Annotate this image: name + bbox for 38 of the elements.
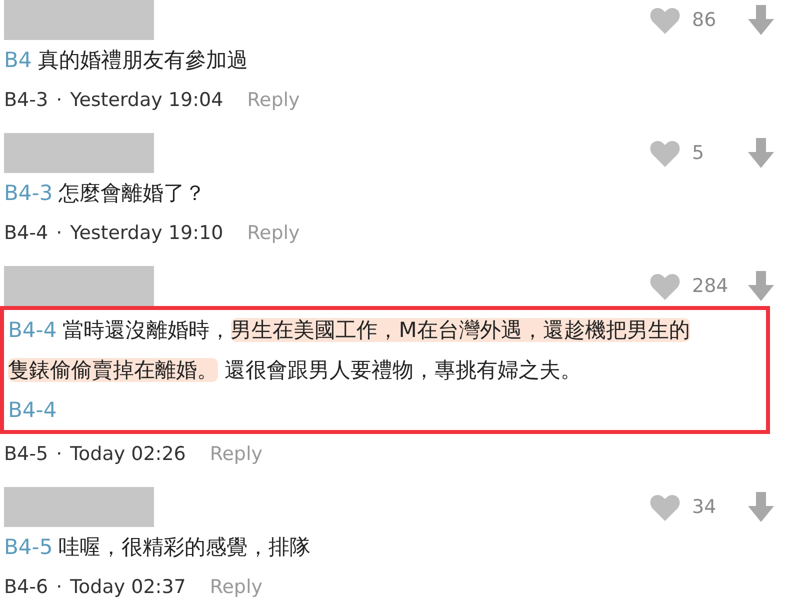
timestamp: Today 02:37 [70, 575, 186, 600]
like-count: 5 [692, 142, 706, 164]
floor-label: B4-4 [4, 221, 48, 246]
timestamp: Today 02:26 [70, 442, 186, 467]
separator-dot: · [56, 575, 62, 600]
down-arrow-icon[interactable] [748, 138, 774, 168]
down-arrow-icon[interactable] [748, 271, 774, 301]
like-count: 284 [692, 275, 730, 297]
reply-tag-link[interactable]: B4 [4, 40, 32, 80]
reply-tag-link[interactable]: B4-4 [8, 390, 57, 430]
separator-dot: · [56, 442, 62, 467]
heart-icon[interactable] [650, 6, 680, 34]
heart-icon[interactable] [650, 140, 680, 166]
comment-text: 怎麼會離婚了？ [58, 180, 206, 207]
reply-link[interactable]: Reply [247, 213, 300, 253]
heart-icon[interactable] [650, 272, 680, 300]
like-count: 34 [692, 496, 718, 518]
separator-dot: · [56, 88, 62, 113]
down-arrow-icon[interactable] [748, 5, 774, 35]
comment-text: 隻錶偷偷賣掉在離婚。 還很會跟男人要禮物，專挑有婦之夫。 [8, 357, 582, 384]
reply-link[interactable]: Reply [210, 567, 262, 607]
reply-tag-link[interactable]: B4-4 [8, 310, 57, 350]
timestamp: Yesterday 19:04 [70, 88, 224, 113]
heart-icon[interactable] [650, 494, 680, 520]
comment-text: 哇喔，很精彩的感覺，排隊 [58, 534, 311, 561]
floor-label: B4-3 [4, 88, 48, 113]
reply-link[interactable]: Reply [247, 80, 300, 120]
down-arrow-icon[interactable] [748, 492, 774, 522]
timestamp: Yesterday 19:10 [70, 221, 224, 246]
comment-text: 當時還沒離婚時，男生在美國工作，M在台灣外遇，還趁機把男生的 [62, 317, 690, 344]
reply-link[interactable]: Reply [210, 434, 262, 474]
reply-tag-link[interactable]: B4-3 [4, 173, 53, 213]
reply-tag-link[interactable]: B4-5 [4, 527, 53, 567]
separator-dot: · [56, 221, 62, 246]
like-count: 86 [692, 9, 718, 31]
floor-label: B4-6 [4, 575, 48, 600]
comment-text: 真的婚禮朋友有參加過 [38, 47, 248, 74]
floor-label: B4-5 [4, 442, 48, 467]
